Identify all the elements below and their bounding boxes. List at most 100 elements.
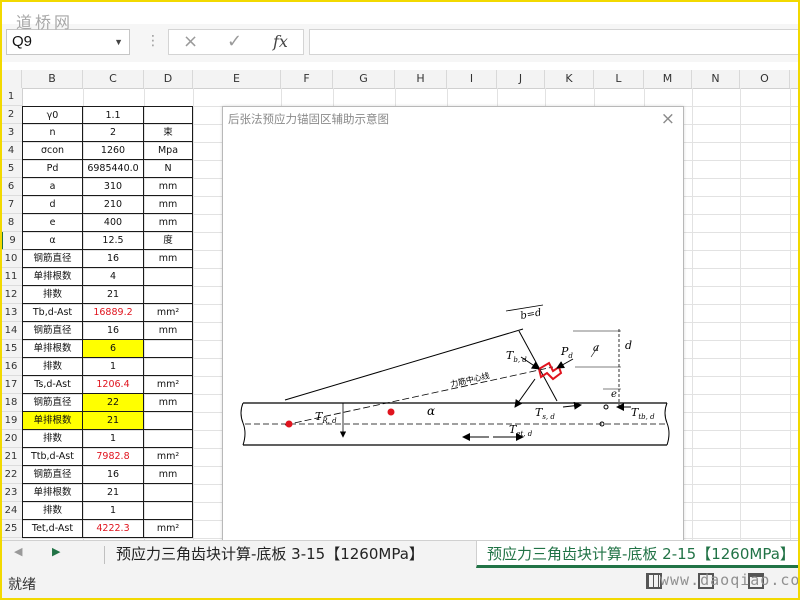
column-header[interactable]: M: [644, 70, 692, 88]
tab-scroll-prev-icon[interactable]: ◀: [14, 545, 22, 558]
select-all-corner[interactable]: [0, 70, 22, 88]
cell-d[interactable]: [144, 88, 193, 106]
column-header[interactable]: G: [333, 70, 395, 88]
row-header[interactable]: 3: [0, 124, 22, 142]
cell-c[interactable]: 6: [83, 340, 144, 358]
row-header[interactable]: 2: [0, 106, 22, 124]
cell-b[interactable]: 排数: [22, 358, 83, 376]
row-header[interactable]: 4: [0, 142, 22, 160]
cell-d[interactable]: mm: [144, 394, 193, 412]
cell-d[interactable]: Mpa: [144, 142, 193, 160]
cell-b[interactable]: α: [22, 232, 83, 250]
cell-c[interactable]: 16889.2: [83, 304, 144, 322]
row-header[interactable]: 13: [0, 304, 22, 322]
cell-d[interactable]: mm: [144, 466, 193, 484]
cell-c[interactable]: 21: [83, 286, 144, 304]
cell-b[interactable]: 钢筋直径: [22, 394, 83, 412]
column-header[interactable]: J: [497, 70, 545, 88]
cell-d[interactable]: [144, 484, 193, 502]
cell-c[interactable]: 21: [83, 412, 144, 430]
cell-d[interactable]: [144, 412, 193, 430]
column-header[interactable]: C: [83, 70, 144, 88]
cell-c[interactable]: 12.5: [83, 232, 144, 250]
cell-b[interactable]: Ts,d-Ast: [22, 376, 83, 394]
cell-c[interactable]: 400: [83, 214, 144, 232]
cell-d[interactable]: mm: [144, 178, 193, 196]
cell-d[interactable]: N: [144, 160, 193, 178]
cell-c[interactable]: 7982.8: [83, 448, 144, 466]
cell-b[interactable]: n: [22, 124, 83, 142]
cell-d[interactable]: [144, 430, 193, 448]
cell-b[interactable]: Pd: [22, 160, 83, 178]
cell-c[interactable]: 1206.4: [83, 376, 144, 394]
cell-d[interactable]: mm²: [144, 376, 193, 394]
cell-c[interactable]: 210: [83, 196, 144, 214]
cell-d[interactable]: mm²: [144, 448, 193, 466]
cell-b[interactable]: σcon: [22, 142, 83, 160]
cell-b[interactable]: 钢筋直径: [22, 250, 83, 268]
formula-input[interactable]: [309, 29, 800, 55]
cell-b[interactable]: γ0: [22, 106, 83, 124]
row-header[interactable]: 6: [0, 178, 22, 196]
column-header[interactable]: D: [144, 70, 193, 88]
sheet-tab-active[interactable]: 预应力三角齿块计算-底板 2-15【1260MPa】: [476, 541, 800, 568]
row-header[interactable]: 18: [0, 394, 22, 412]
row-header[interactable]: 25: [0, 520, 22, 538]
row-header[interactable]: 19: [0, 412, 22, 430]
row-header[interactable]: 5: [0, 160, 22, 178]
cell-c[interactable]: 16: [83, 322, 144, 340]
cell-b[interactable]: Tet,d-Ast: [22, 520, 83, 538]
cell-d[interactable]: mm: [144, 196, 193, 214]
cell-b[interactable]: 单排根数: [22, 484, 83, 502]
cell-c[interactable]: 310: [83, 178, 144, 196]
row-header[interactable]: 24: [0, 502, 22, 520]
row-header[interactable]: 21: [0, 448, 22, 466]
cancel-icon[interactable]: ×: [183, 30, 198, 54]
cell-c[interactable]: 1260: [83, 142, 144, 160]
column-header[interactable]: K: [545, 70, 594, 88]
insert-function-icon[interactable]: fx: [273, 30, 288, 54]
row-header[interactable]: 17: [0, 376, 22, 394]
row-header[interactable]: 22: [0, 466, 22, 484]
row-header[interactable]: 14: [0, 322, 22, 340]
enter-icon[interactable]: ✓: [227, 30, 242, 54]
row-header[interactable]: 16: [0, 358, 22, 376]
chevron-down-icon[interactable]: ▼: [114, 30, 123, 54]
cell-b[interactable]: Ttb,d-Ast: [22, 448, 83, 466]
row-header[interactable]: 9: [0, 232, 22, 250]
cell-b[interactable]: 单排根数: [22, 340, 83, 358]
cell-c[interactable]: 21: [83, 484, 144, 502]
cell-d[interactable]: [144, 502, 193, 520]
column-header[interactable]: B: [22, 70, 83, 88]
cell-b[interactable]: 钢筋直径: [22, 322, 83, 340]
cell-b[interactable]: 单排根数: [22, 268, 83, 286]
row-header[interactable]: 7: [0, 196, 22, 214]
cell-d[interactable]: [144, 340, 193, 358]
cell-d[interactable]: mm²: [144, 304, 193, 322]
cell-c[interactable]: 1: [83, 358, 144, 376]
column-header[interactable]: E: [193, 70, 281, 88]
cell-b[interactable]: d: [22, 196, 83, 214]
row-header[interactable]: 1: [0, 88, 22, 106]
row-header[interactable]: 15: [0, 340, 22, 358]
drag-handle-icon[interactable]: ⋮: [146, 32, 160, 50]
cell-d[interactable]: mm: [144, 214, 193, 232]
cell-b[interactable]: 钢筋直径: [22, 466, 83, 484]
column-header[interactable]: L: [594, 70, 644, 88]
cell-c[interactable]: 4222.3: [83, 520, 144, 538]
cell-c[interactable]: 1: [83, 502, 144, 520]
row-header[interactable]: 23: [0, 484, 22, 502]
cell-d[interactable]: [144, 286, 193, 304]
cell-c[interactable]: 6985440.0: [83, 160, 144, 178]
row-header[interactable]: 8: [0, 214, 22, 232]
cell-b[interactable]: e: [22, 214, 83, 232]
cell-b[interactable]: 排数: [22, 502, 83, 520]
sheet-tab[interactable]: 预应力三角齿块计算-底板 3-15【1260MPa】: [106, 541, 434, 568]
cell-c[interactable]: [83, 88, 144, 106]
cell-b[interactable]: a: [22, 178, 83, 196]
cell-c[interactable]: 16: [83, 466, 144, 484]
cell-c[interactable]: 22: [83, 394, 144, 412]
cell-b[interactable]: [22, 88, 83, 106]
cell-c[interactable]: 1: [83, 430, 144, 448]
column-header[interactable]: N: [692, 70, 740, 88]
